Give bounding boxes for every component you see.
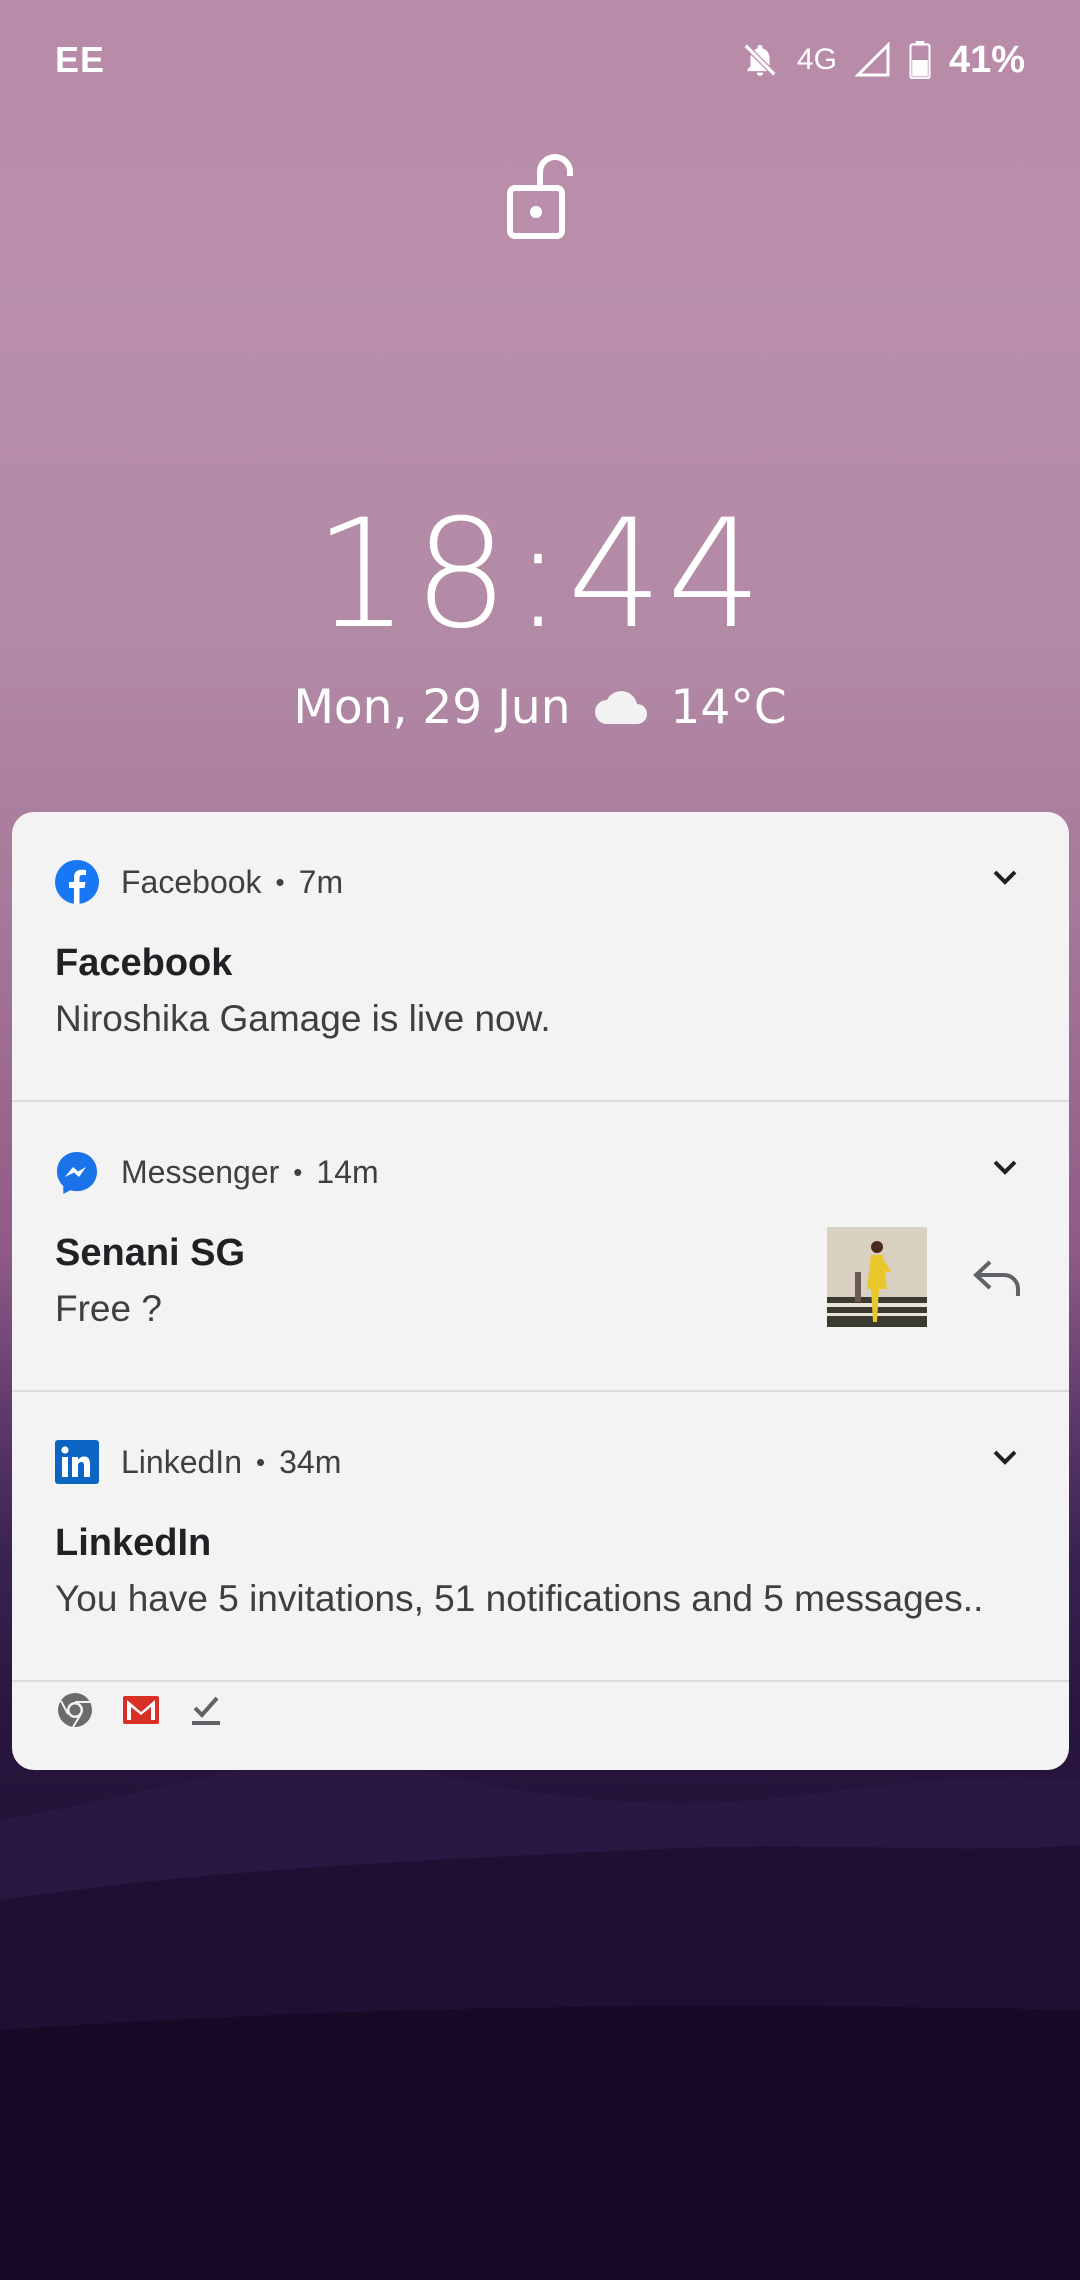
linkedin-icon (55, 1440, 99, 1484)
signal-icon (854, 42, 890, 77)
app-name: LinkedIn (121, 1443, 242, 1480)
carrier-name: EE (55, 39, 106, 80)
notification-age: 7m (298, 863, 344, 900)
notification-header: Messenger • 14m (55, 1150, 379, 1194)
notification-title: Senani SG (55, 1232, 246, 1274)
separator-dot: • (293, 1156, 303, 1187)
separator-dot: • (275, 866, 285, 897)
date-label: Mon, 29 Jun (293, 680, 571, 735)
cloud-icon (594, 690, 647, 724)
notification-panel: Facebook • 7m Facebook Niroshika Gamage … (12, 812, 1069, 1770)
facebook-icon (55, 860, 99, 904)
battery-percentage: 41% (948, 38, 1025, 81)
notification-linkedin[interactable]: LinkedIn • 34m LinkedIn You have 5 invit… (12, 1392, 1069, 1682)
notification-age: 14m (316, 1153, 379, 1190)
app-name: Messenger (121, 1153, 280, 1190)
notification-header: Facebook • 7m (55, 860, 343, 904)
notification-body: Niroshika Gamage is live now. (55, 998, 551, 1039)
status-bar: EE 4G 41% (0, 0, 1080, 120)
chevron-down-icon[interactable] (991, 1158, 1019, 1178)
gmail-icon (123, 1696, 159, 1724)
chevron-down-icon[interactable] (991, 868, 1019, 888)
unlocked-padlock-icon[interactable] (505, 150, 575, 240)
notification-body: Free ? (55, 1288, 162, 1329)
lock-screen-clock: 18:44 (313, 488, 767, 662)
notification-header: LinkedIn • 34m (55, 1440, 341, 1484)
date-weather-row[interactable]: Mon, 29 Jun 14°C (0, 680, 1080, 735)
notification-title: LinkedIn (55, 1522, 212, 1564)
notification-title: Facebook (55, 942, 233, 984)
mountain-silhouette (0, 1749, 1080, 2280)
temperature-label: 14°C (670, 680, 787, 735)
tasks-check-icon (192, 1696, 220, 1725)
messenger-icon (57, 1152, 97, 1194)
notification-body: You have 5 invitations, 51 notifications… (55, 1578, 984, 1619)
battery-icon (909, 41, 931, 79)
reply-icon[interactable] (972, 1258, 1022, 1298)
overflow-notification-icons[interactable] (57, 1692, 223, 1728)
chevron-down-icon[interactable] (991, 1448, 1019, 1468)
message-photo-thumbnail[interactable] (827, 1227, 927, 1327)
status-icons: 4G 41% (741, 39, 1025, 82)
separator-dot: • (255, 1446, 266, 1477)
notification-age: 34m (279, 1443, 342, 1480)
chrome-icon (58, 1693, 92, 1728)
app-name: Facebook (121, 863, 262, 900)
bell-off-icon (743, 43, 777, 77)
network-type: 4G (796, 43, 837, 76)
notification-facebook[interactable]: Facebook • 7m Facebook Niroshika Gamage … (12, 812, 1069, 1102)
